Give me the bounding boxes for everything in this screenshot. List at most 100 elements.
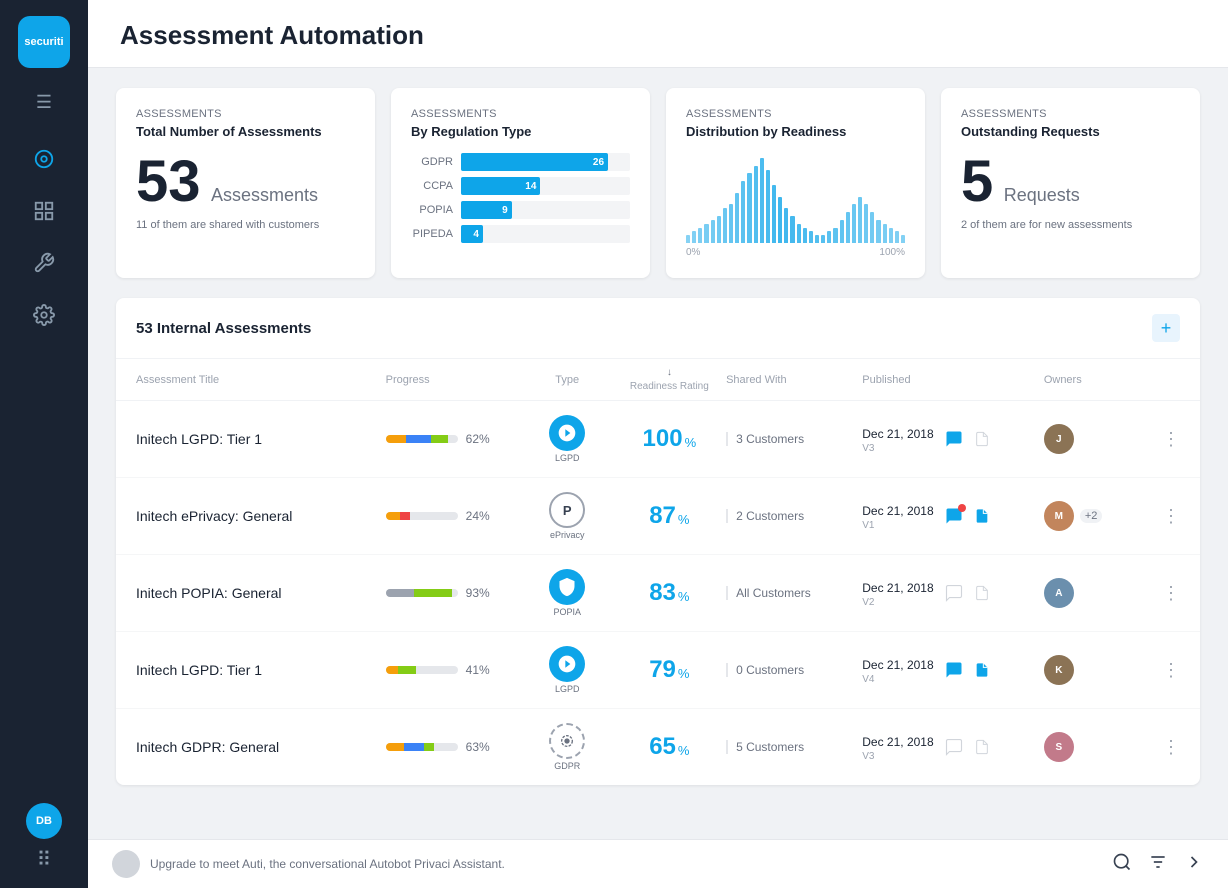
- filter-bottom-icon[interactable]: [1148, 852, 1168, 877]
- owners-cell: K ⋮: [1044, 655, 1180, 685]
- search-bottom-icon[interactable]: [1112, 852, 1132, 877]
- doc-icon-empty: [970, 427, 994, 451]
- logo-text: securiti: [24, 36, 63, 48]
- distribution-chart: [686, 153, 905, 243]
- owners-cell: J ⋮: [1044, 424, 1180, 454]
- row-menu-button[interactable]: ⋮: [1162, 506, 1180, 527]
- column-headers: Assessment Title Progress Type ↓ Readine…: [116, 359, 1200, 401]
- doc-icon[interactable]: [970, 504, 994, 528]
- regulation-bar-chart: GDPR 26 CCPA 14 POPIA 9: [411, 153, 630, 243]
- col-header-title: Assessment Title: [136, 367, 386, 392]
- readiness-value: 79: [649, 656, 676, 684]
- bar-popia: POPIA 9: [411, 201, 630, 219]
- nav-dashboard[interactable]: [24, 191, 64, 231]
- shared-cell: 5 Customers: [726, 740, 862, 754]
- nav-tools[interactable]: [24, 243, 64, 283]
- add-assessment-button[interactable]: +: [1152, 314, 1180, 342]
- type-cell: LGPD: [522, 415, 613, 463]
- col-header-published: Published: [862, 367, 1044, 392]
- row-menu-button[interactable]: ⋮: [1162, 429, 1180, 450]
- published-cell: Dec 21, 2018 V3: [862, 425, 1044, 454]
- type-label: GDPR: [554, 761, 580, 771]
- progress-cell: 24%: [386, 509, 522, 523]
- doc-icon[interactable]: [970, 658, 994, 682]
- chat-icon[interactable]: [942, 658, 966, 682]
- row-menu-button[interactable]: ⋮: [1162, 583, 1180, 604]
- pub-version: V4: [862, 674, 933, 685]
- owner-avatar: S: [1044, 732, 1074, 762]
- user-avatar[interactable]: DB: [26, 803, 62, 839]
- bottom-bar: Upgrade to meet Auti, the conversational…: [88, 839, 1228, 888]
- bar-ccpa: CCPA 14: [411, 177, 630, 195]
- readiness-cell: 65 %: [613, 733, 726, 761]
- stats-row: Assessments Total Number of Assessments …: [116, 88, 1200, 278]
- logo[interactable]: securiti: [18, 16, 70, 68]
- table-row: Initech LGPD: Tier 1 62% LGPD 100 % 3 Cu…: [116, 401, 1200, 478]
- published-cell: Dec 21, 2018 V4: [862, 656, 1044, 685]
- owners-cell: M +2 ⋮: [1044, 501, 1180, 531]
- type-label: ePrivacy: [550, 530, 585, 540]
- row-menu-button[interactable]: ⋮: [1162, 660, 1180, 681]
- pub-version: V1: [862, 520, 933, 531]
- readiness-value: 65: [649, 733, 676, 761]
- sidebar: securiti ☰ DB ⠿: [0, 0, 88, 888]
- published-cell: Dec 21, 2018 V3: [862, 733, 1044, 762]
- owners-extra: +2: [1080, 509, 1103, 523]
- stat-by-regulation: Assessments By Regulation Type GDPR 26 C…: [391, 88, 650, 278]
- pub-version: V2: [862, 597, 933, 608]
- progress-bar: [386, 435, 458, 443]
- pub-version: V3: [862, 751, 933, 762]
- progress-pct: 24%: [466, 509, 490, 523]
- content-area: Assessments Total Number of Assessments …: [88, 68, 1228, 839]
- progress-bar: [386, 666, 458, 674]
- expand-bottom-icon[interactable]: [1184, 852, 1204, 877]
- table-header: 53 Internal Assessments +: [116, 298, 1200, 359]
- readiness-unit: %: [678, 512, 690, 527]
- type-label: POPIA: [553, 607, 581, 617]
- progress-cell: 62%: [386, 432, 522, 446]
- pub-icons: [942, 658, 994, 682]
- row-menu-button[interactable]: ⋮: [1162, 737, 1180, 758]
- chat-avatar: [112, 850, 140, 878]
- progress-pct: 62%: [466, 432, 490, 446]
- pub-icons: [942, 504, 994, 528]
- table-row: Initech ePrivacy: General 24% P ePrivacy…: [116, 478, 1200, 555]
- type-label: LGPD: [555, 684, 580, 694]
- progress-pct: 63%: [466, 740, 490, 754]
- progress-cell: 93%: [386, 586, 522, 600]
- shared-text: 3 Customers: [736, 432, 804, 446]
- progress-cell: 41%: [386, 663, 522, 677]
- chat-icon[interactable]: [942, 427, 966, 451]
- shared-text: 2 Customers: [736, 509, 804, 523]
- chat-icon-empty: [942, 581, 966, 605]
- chat-icon[interactable]: [942, 504, 966, 528]
- nav-settings[interactable]: [24, 295, 64, 335]
- bar-pipeda: PIPEDA 4: [411, 225, 630, 243]
- table-row: Initech LGPD: Tier 1 41% LGPD 79 % 0 Cus…: [116, 632, 1200, 709]
- owner-avatar: M: [1044, 501, 1074, 531]
- pub-date: Dec 21, 2018: [862, 581, 933, 595]
- chat-icon-empty: [942, 735, 966, 759]
- row-title: Initech LGPD: Tier 1: [136, 431, 386, 447]
- doc-icon-empty: [970, 581, 994, 605]
- owners-cell: S ⋮: [1044, 732, 1180, 762]
- nav-privacy[interactable]: [24, 139, 64, 179]
- menu-toggle[interactable]: ☰: [28, 84, 60, 121]
- readiness-value: 100: [643, 425, 683, 453]
- shared-cell: 2 Customers: [726, 509, 862, 523]
- col-header-type: Type: [522, 367, 613, 392]
- readiness-value: 83: [649, 579, 676, 607]
- assessments-table: 53 Internal Assessments + Assessment Tit…: [116, 298, 1200, 785]
- pub-date: Dec 21, 2018: [862, 427, 933, 441]
- readiness-cell: 87 %: [613, 502, 726, 530]
- type-cell: P ePrivacy: [522, 492, 613, 540]
- table-row: Initech GDPR: General 63% GDPR 65 % 5 Cu…: [116, 709, 1200, 785]
- row-title: Initech GDPR: General: [136, 739, 386, 755]
- shared-text: 5 Customers: [736, 740, 804, 754]
- stat-distribution: Assessments Distribution by Readiness 0%…: [666, 88, 925, 278]
- readiness-unit: %: [685, 435, 697, 450]
- sidebar-dots[interactable]: ⠿: [37, 847, 52, 872]
- row-title: Initech LGPD: Tier 1: [136, 662, 386, 678]
- pub-icons: [942, 735, 994, 759]
- bottom-icons: [1112, 852, 1204, 877]
